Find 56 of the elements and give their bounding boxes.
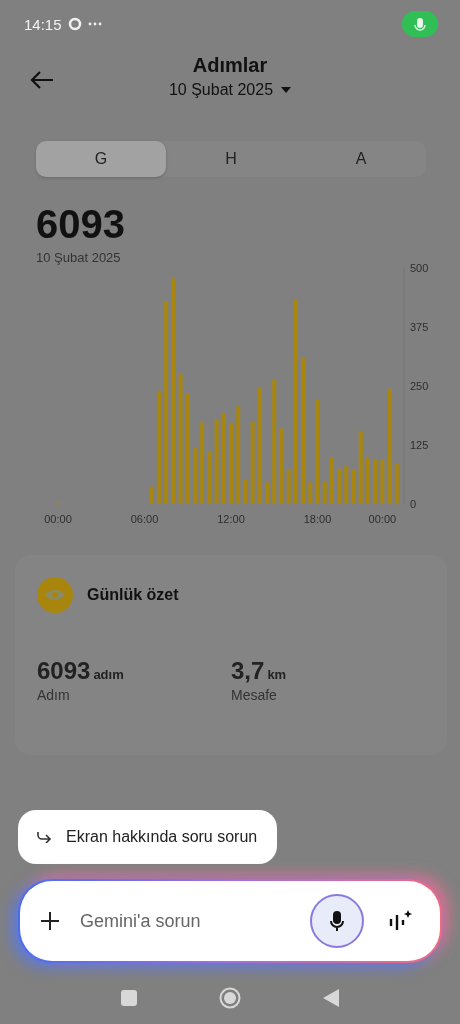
step-bar <box>365 457 370 504</box>
ring-icon <box>67 17 82 31</box>
microphone-icon <box>330 910 344 932</box>
stat-value: 3,7 <box>231 657 265 685</box>
step-bar <box>329 457 334 504</box>
stat-label: Mesafe <box>231 687 278 703</box>
step-bar <box>394 463 399 504</box>
more-icon <box>87 22 102 26</box>
voice-button[interactable] <box>310 894 364 948</box>
plus-icon[interactable] <box>40 911 60 931</box>
step-bar <box>192 448 197 504</box>
step-bar <box>265 482 270 504</box>
step-bar <box>322 481 327 504</box>
status-time: 14:15 <box>24 15 62 33</box>
step-bar <box>149 486 154 504</box>
period-tab[interactable]: A <box>296 141 426 177</box>
microphone-icon <box>402 11 438 37</box>
total-date: 10 Şubat 2025 <box>36 250 122 265</box>
step-bar <box>286 470 291 504</box>
step-bar <box>243 479 248 504</box>
step-bar <box>308 482 313 504</box>
home-icon[interactable] <box>219 987 241 1009</box>
y-tick-label: 125 <box>410 439 429 451</box>
x-tick-label: 12:00 <box>217 513 245 525</box>
stat-unit: km <box>267 667 287 682</box>
period-tab[interactable]: H <box>166 141 296 177</box>
y-tick-label: 0 <box>410 498 417 510</box>
eye-icon <box>37 577 73 613</box>
back-icon[interactable] <box>323 989 339 1007</box>
y-tick-label: 375 <box>410 321 429 333</box>
step-bar <box>337 468 342 504</box>
x-tick-label: 00:00 <box>44 513 72 525</box>
caret-icon <box>281 87 292 93</box>
back-arrow-icon[interactable] <box>29 70 55 90</box>
step-bar <box>344 466 349 504</box>
x-tick-label: 18:00 <box>303 513 332 525</box>
y-tick-label: 500 <box>410 262 429 274</box>
step-total: 6093 <box>36 202 126 246</box>
live-voice-icon[interactable] <box>388 909 412 933</box>
stat-unit: adım <box>93 667 124 682</box>
stat-value: 6093 <box>37 657 91 685</box>
stat-label: Adım <box>37 687 71 703</box>
prompt-input[interactable]: Gemini'a sorun <box>78 909 292 933</box>
page-title: Adımlar <box>192 54 268 77</box>
summary-title: Günlük özet <box>87 586 179 604</box>
step-bar <box>373 459 378 504</box>
y-tick-label: 250 <box>410 380 429 392</box>
x-tick-label: 06:00 <box>130 513 159 525</box>
step-bar <box>380 460 385 504</box>
period-tab[interactable]: G <box>36 141 166 177</box>
share-arrow-icon <box>36 831 52 843</box>
suggestion-chip[interactable]: Ekran hakkında soru sorun <box>18 810 278 864</box>
date-dropdown[interactable]: 10 Şubat 2025 <box>168 81 292 99</box>
step-bar <box>207 451 212 504</box>
step-bar <box>351 470 356 504</box>
x-tick-label: 00:00 <box>368 513 397 525</box>
